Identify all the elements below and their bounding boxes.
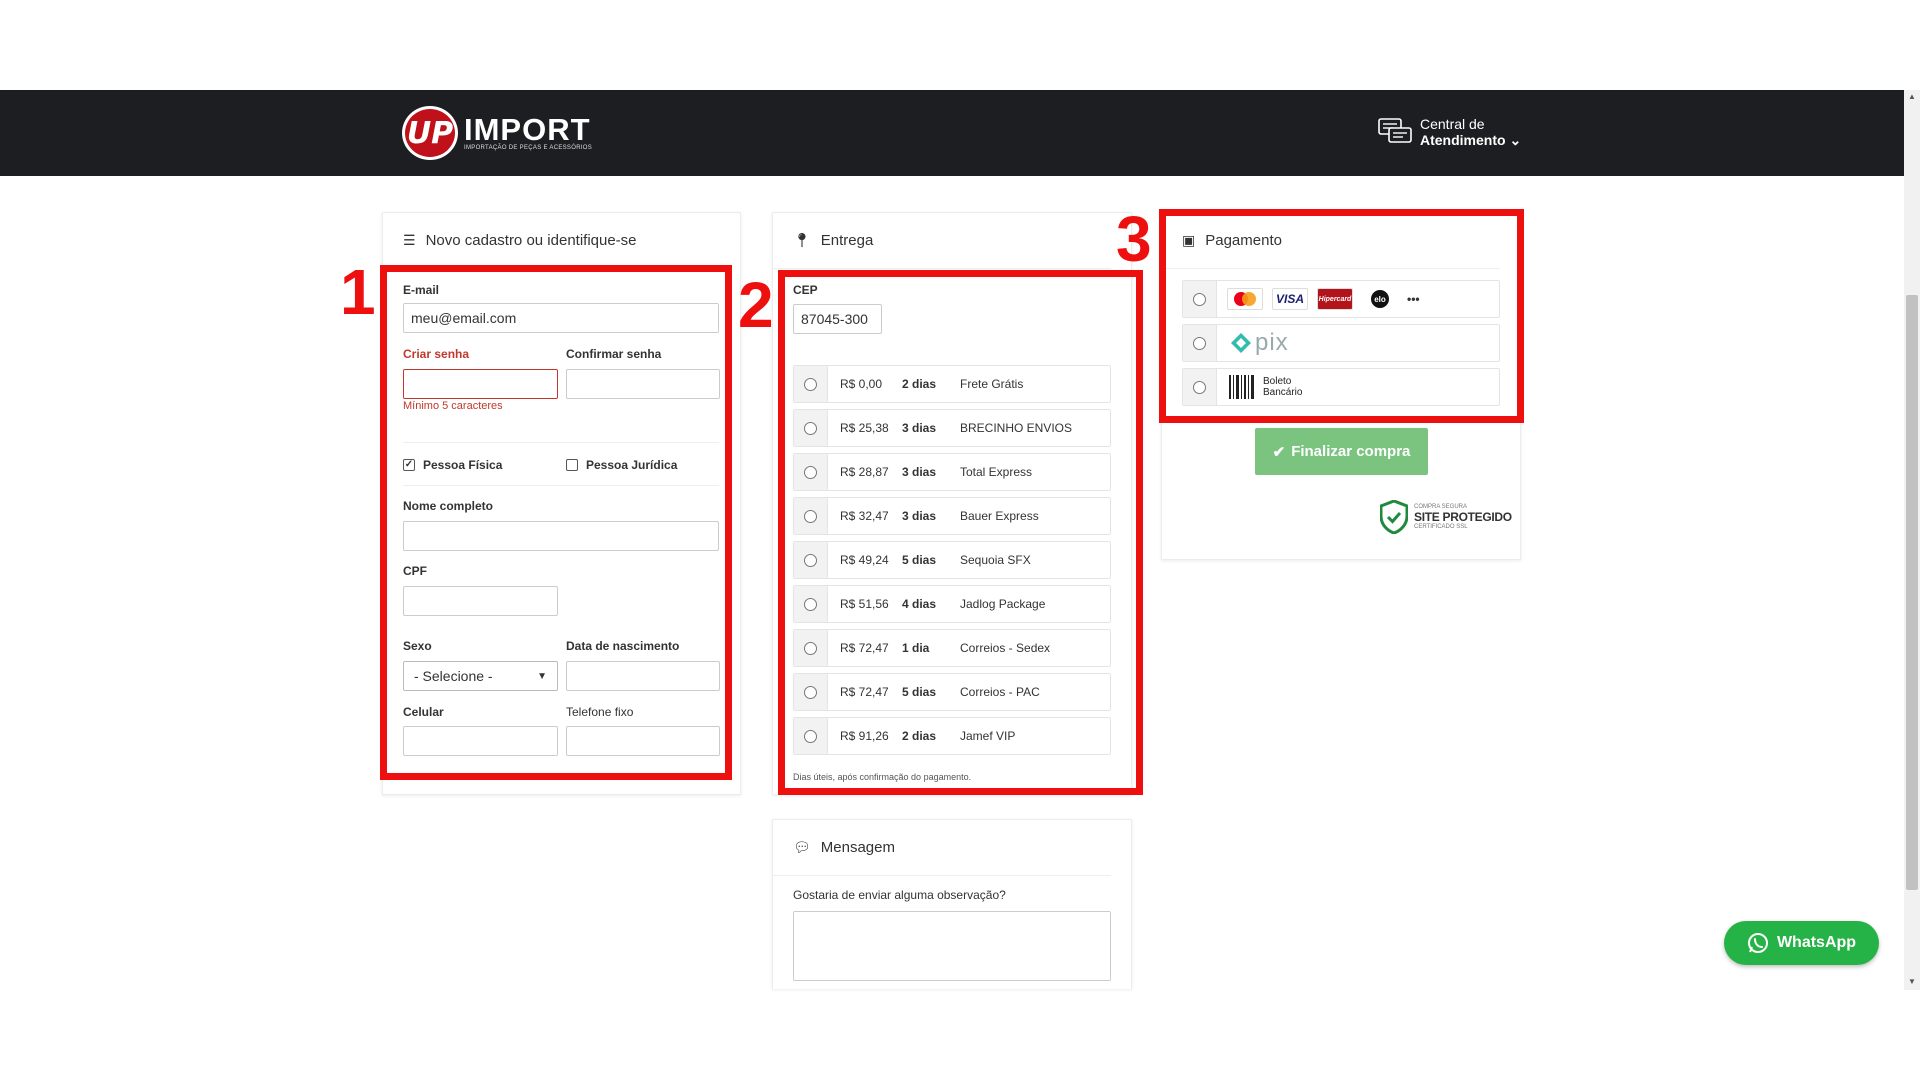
mensagem-textarea[interactable] <box>793 911 1111 981</box>
site-header <box>0 90 1904 176</box>
finalizar-label: Finalizar compra <box>1291 443 1411 460</box>
ssl-main: SITE PROTEGIDO <box>1414 510 1512 524</box>
support-line1: Central de <box>1420 116 1485 132</box>
site-logo[interactable]: UP IMPORT IMPORTAÇÃO DE PEÇAS E ACESSÓRI… <box>402 106 592 160</box>
entrega-title-text: Entrega <box>820 232 874 249</box>
ssl-badge: COMPRA SEGURA SITE PROTEGIDO CERTIFICADO… <box>1380 500 1512 534</box>
whatsapp-label: WhatsApp <box>1776 934 1857 951</box>
ssl-text: COMPRA SEGURA SITE PROTEGIDO CERTIFICADO… <box>1414 502 1512 532</box>
logo-text: IMPORT IMPORTAÇÃO DE PEÇAS E ACESSÓRIOS <box>464 112 593 151</box>
annotation-box-3 <box>1159 209 1524 423</box>
logo-subtitle: IMPORTAÇÃO DE PEÇAS E ACESSÓRIOS <box>464 145 593 151</box>
whatsapp-icon <box>1747 933 1768 953</box>
chat-icon <box>1378 118 1412 143</box>
annotation-box-2 <box>778 270 1143 795</box>
whatsapp-button[interactable]: WhatsApp <box>1724 921 1879 965</box>
scrollbar-thumb[interactable] <box>1906 295 1918 890</box>
mensagem-title-text: Mensagem <box>820 839 895 856</box>
mensagem-label: Gostaria de enviar alguma observação? <box>793 888 1006 902</box>
annotation-number-2: 2 <box>738 269 774 341</box>
check-icon: ✔ <box>1272 443 1286 461</box>
annotation-number-3: 3 <box>1116 203 1152 275</box>
support-text: Central de Atendimento ⌄ <box>1420 116 1521 148</box>
annotation-number-1: 1 <box>340 256 376 328</box>
mensagem-title: 💬︎ Mensagem <box>773 820 1111 876</box>
map-pin-icon: 📍︎ <box>793 232 811 248</box>
finalizar-compra-button[interactable]: ✔ Finalizar compra <box>1255 428 1428 475</box>
comment-icon: 💬︎ <box>793 839 811 855</box>
logo-mark: UP <box>402 106 458 160</box>
entrega-title: 📍︎ Entrega <box>773 213 1111 269</box>
mensagem-card: 💬︎ Mensagem Gostaria de enviar alguma ob… <box>772 819 1132 989</box>
cadastro-title-text: Novo cadastro ou identifique-se <box>425 232 637 249</box>
annotation-box-1 <box>380 265 732 780</box>
checkout-page: UP IMPORT IMPORTAÇÃO DE PEÇAS E ACESSÓRI… <box>0 0 1920 1080</box>
support-menu[interactable]: Central de Atendimento ⌄ <box>1378 116 1521 148</box>
scroll-up-icon[interactable]: ▲ <box>1906 92 1918 104</box>
list-icon: ☰ <box>403 232 416 248</box>
shield-check-icon <box>1380 500 1408 534</box>
cadastro-title: ☰ Novo cadastro ou identifique-se <box>383 213 720 269</box>
logo-name: IMPORT <box>464 112 591 147</box>
scroll-down-icon[interactable]: ▼ <box>1906 977 1918 989</box>
support-line2: Atendimento ⌄ <box>1420 132 1522 148</box>
